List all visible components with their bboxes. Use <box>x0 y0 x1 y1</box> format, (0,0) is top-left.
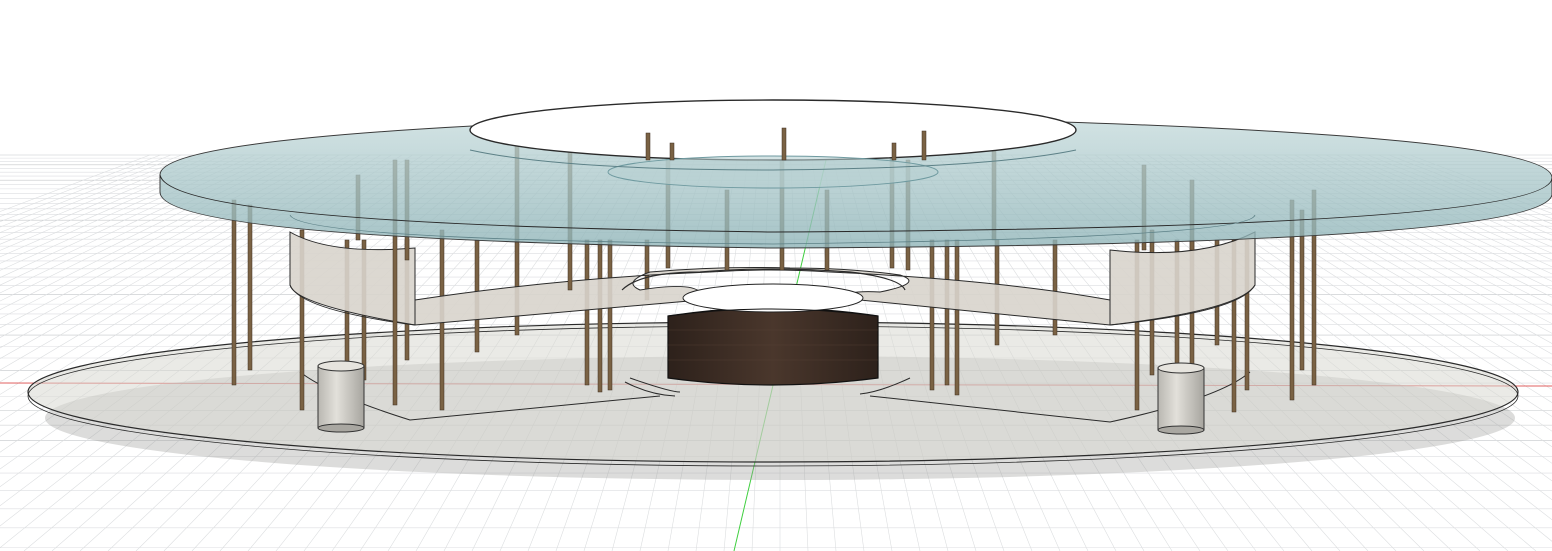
column <box>921 130 927 161</box>
column <box>1052 239 1058 336</box>
column <box>891 142 897 161</box>
model-canvas[interactable] <box>0 0 1552 551</box>
column <box>929 239 935 391</box>
column <box>597 239 603 393</box>
column <box>645 132 651 161</box>
column <box>584 239 590 386</box>
column <box>944 239 950 386</box>
cylinder-left[interactable] <box>317 360 365 433</box>
column <box>954 239 960 396</box>
column <box>247 204 253 371</box>
column <box>607 239 613 391</box>
glass-roof[interactable] <box>159 99 1552 249</box>
cylinder-right[interactable] <box>1157 362 1205 435</box>
column <box>669 142 675 161</box>
column <box>231 199 237 386</box>
column <box>781 127 787 161</box>
core-cylinder[interactable] <box>667 283 879 386</box>
3d-viewport[interactable] <box>0 0 1552 551</box>
